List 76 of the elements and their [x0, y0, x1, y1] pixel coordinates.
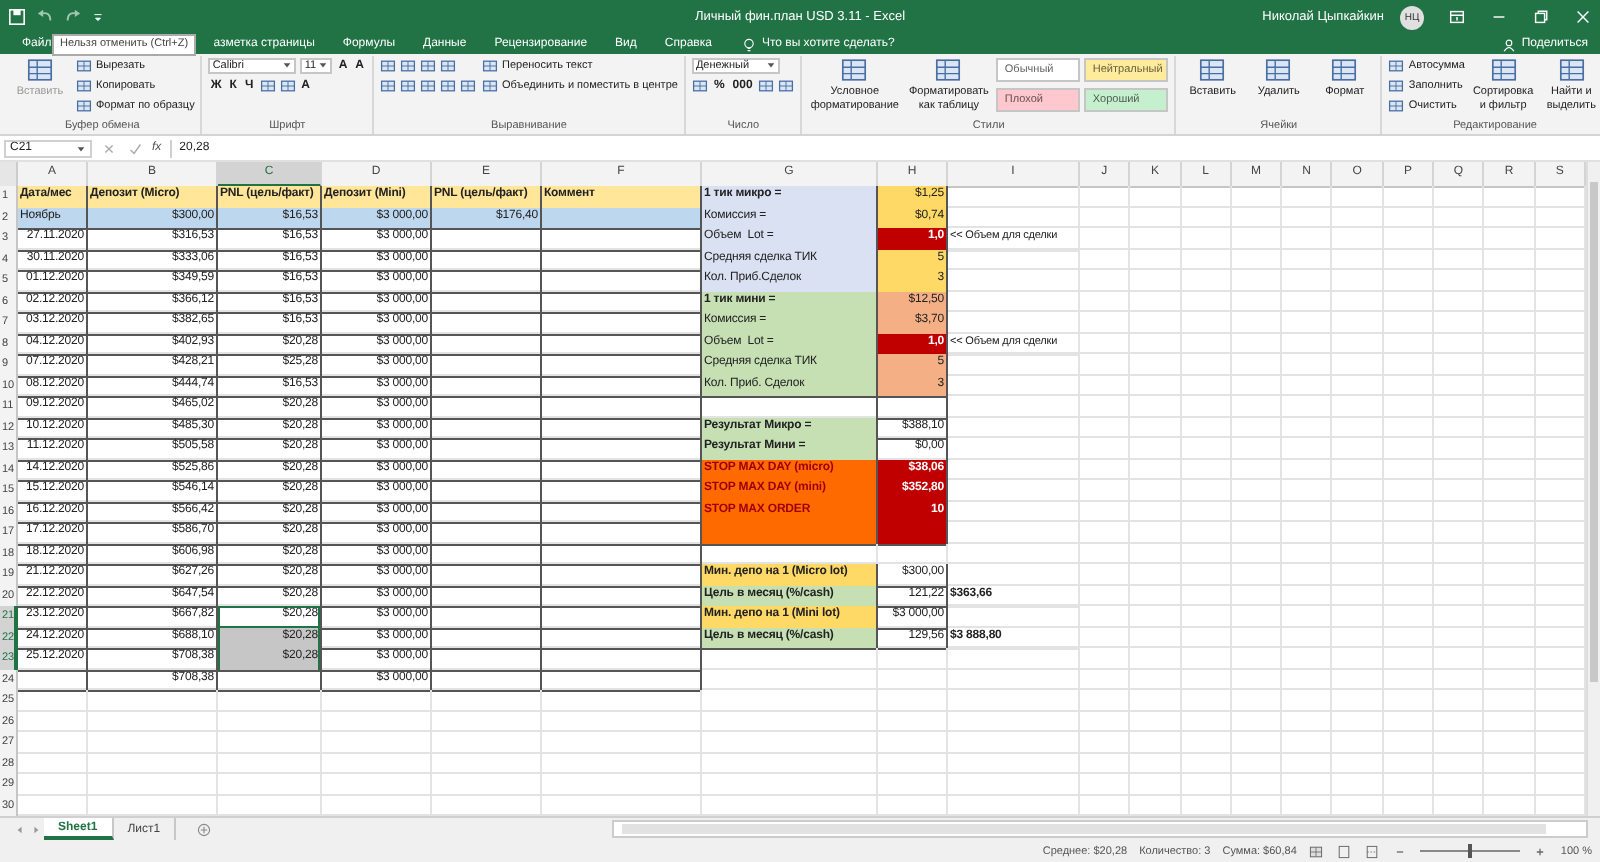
table-cell	[432, 438, 542, 461]
grid-icon	[76, 77, 92, 93]
caret-icon	[765, 60, 776, 70]
grid-icon	[1489, 56, 1518, 84]
restore-icon[interactable]	[1532, 8, 1550, 26]
table-cell	[432, 333, 542, 356]
grid-icon[interactable]	[259, 77, 276, 93]
table-cell	[878, 396, 948, 419]
table-cell	[432, 417, 542, 440]
grid-icon	[1264, 56, 1293, 84]
table-cell	[432, 396, 542, 419]
grid-icon[interactable]	[400, 77, 417, 93]
table-cell	[432, 375, 542, 398]
grid-icon	[934, 56, 963, 84]
grid-icon	[482, 77, 499, 93]
caret-icon	[76, 143, 86, 153]
normal-view-icon[interactable]	[1308, 843, 1325, 859]
save-icon[interactable]	[8, 8, 26, 26]
redo-icon[interactable]	[64, 8, 82, 26]
grid-icon[interactable]	[460, 77, 477, 93]
table-cell	[432, 648, 542, 671]
table-cell	[878, 522, 948, 545]
grid-icon[interactable]	[440, 77, 457, 93]
table-cell	[432, 627, 542, 650]
grid-icon[interactable]	[380, 57, 397, 73]
table-cell	[432, 459, 542, 482]
horizontal-scrollbar[interactable]	[612, 820, 1588, 838]
caret-icon	[282, 60, 293, 70]
grid-icon	[76, 97, 92, 113]
grid-icon	[1557, 56, 1586, 84]
grid-icon	[1388, 97, 1405, 113]
grid-icon	[840, 56, 869, 84]
table-cell	[432, 501, 542, 524]
table-cell	[432, 606, 542, 629]
page-break-icon[interactable]	[1364, 843, 1381, 859]
vertical-scrollbar[interactable]	[1586, 162, 1600, 816]
table-cell	[432, 543, 542, 566]
add-sheet-icon[interactable]	[196, 821, 213, 837]
zoom-slider-thumb[interactable]	[1468, 844, 1473, 858]
grid-icon[interactable]	[691, 77, 708, 93]
table-cell	[218, 669, 322, 692]
page-layout-icon[interactable]	[1336, 843, 1353, 859]
table-cell	[18, 669, 88, 692]
zoom-in-icon[interactable]	[1532, 843, 1549, 859]
grid-icon	[26, 56, 54, 84]
grid-icon[interactable]	[440, 57, 457, 73]
undo-icon[interactable]	[36, 8, 54, 26]
grid-icon	[482, 57, 499, 73]
grid-icon	[76, 57, 92, 73]
table-cell	[432, 291, 542, 314]
table-cell	[432, 564, 542, 587]
grid-icon	[1388, 57, 1405, 73]
grid-icon[interactable]	[400, 57, 417, 73]
grid-icon[interactable]	[279, 77, 296, 93]
grid-icon	[1388, 77, 1405, 93]
grid-icon[interactable]	[778, 77, 795, 93]
ribbon-display-icon[interactable]	[1448, 8, 1466, 26]
caret-icon	[318, 60, 329, 70]
check-icon[interactable]	[126, 139, 144, 157]
grid-icon[interactable]	[758, 77, 775, 93]
table-cell	[432, 270, 542, 293]
grid-icon[interactable]	[380, 77, 397, 93]
grid-icon	[1198, 56, 1227, 84]
grid-icon[interactable]	[420, 77, 437, 93]
grid-icon	[1330, 56, 1359, 84]
table-cell	[432, 480, 542, 503]
table-cell	[432, 249, 542, 272]
close-icon[interactable]	[1574, 8, 1592, 26]
table-cell	[432, 522, 542, 545]
grid-icon[interactable]	[420, 57, 437, 73]
table-cell	[432, 669, 542, 692]
table-cell	[432, 228, 542, 251]
table-cell	[432, 312, 542, 335]
table-cell	[432, 585, 542, 608]
customize-caret-icon[interactable]	[92, 8, 104, 26]
table-cell	[432, 354, 542, 377]
